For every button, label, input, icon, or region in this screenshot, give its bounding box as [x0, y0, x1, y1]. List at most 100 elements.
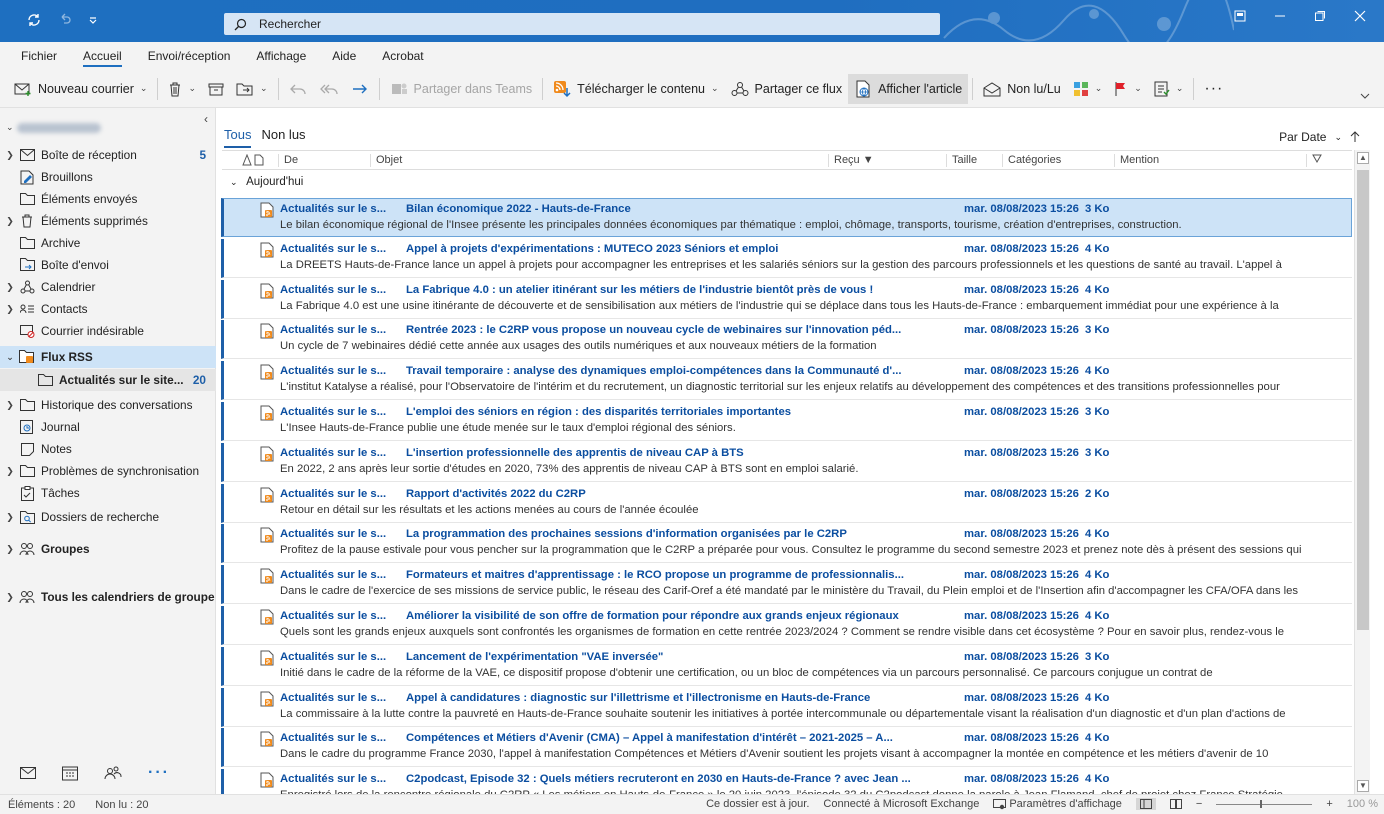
coming-soon-icon[interactable] [1234, 10, 1246, 22]
reading-view-icon[interactable] [1169, 799, 1182, 809]
groups[interactable]: ❯ Groupes [0, 538, 216, 560]
sort-direction-icon[interactable] [1350, 131, 1360, 143]
folder-rss-feeds[interactable]: ⌄ Flux RSS [0, 346, 216, 368]
sort-control[interactable]: Par Date ⌄ [1279, 130, 1360, 144]
scroll-up-icon[interactable]: ▲ [1357, 152, 1369, 164]
folder-junk[interactable]: Courrier indésirable [0, 320, 216, 342]
account-header[interactable]: ⌄ [6, 122, 101, 133]
folder-actualites[interactable]: Actualités sur le site... 20 [0, 369, 216, 391]
chevron-right-icon[interactable]: ❯ [4, 304, 16, 315]
tab-all[interactable]: Tous [224, 127, 252, 148]
scroll-down-icon[interactable]: ▼ [1357, 780, 1369, 792]
folder-conversation-history[interactable]: ❯ Historique des conversations [0, 394, 216, 416]
sync-icon[interactable] [26, 12, 42, 28]
share-teams-button[interactable]: Partager dans Teams [384, 74, 539, 104]
reply-all-button[interactable] [313, 74, 345, 104]
chevron-down-icon[interactable]: ⌄ [1176, 83, 1184, 94]
menu-aide[interactable]: Aide [319, 42, 369, 70]
menu-fichier[interactable]: Fichier [8, 42, 70, 70]
chevron-down-icon[interactable]: ⌄ [188, 83, 196, 94]
search-box[interactable]: Rechercher [224, 13, 940, 35]
normal-view-icon[interactable] [1135, 798, 1156, 810]
folder-deleted[interactable]: ❯ Éléments supprimés [0, 210, 216, 232]
new-mail-button[interactable]: Nouveau courrier ⌄ [8, 74, 153, 104]
menu-envoi-reception[interactable]: Envoi/réception [135, 42, 244, 70]
folder-journal[interactable]: Journal [0, 416, 216, 438]
menu-affichage[interactable]: Affichage [243, 42, 319, 70]
message-row[interactable]: Actualités sur le s... Appel à projets d'… [221, 238, 1352, 278]
message-row[interactable]: Actualités sur le s... Travail temporaire… [221, 361, 1352, 401]
chevron-down-icon[interactable]: ⌄ [1095, 83, 1103, 94]
more-modules-icon[interactable]: ··· [148, 764, 170, 782]
message-row[interactable]: Actualités sur le s... Compétences et Mét… [221, 728, 1352, 768]
message-row[interactable]: Actualités sur le s... Bilan économique 2… [221, 198, 1352, 237]
folder-notes[interactable]: Notes [0, 438, 216, 460]
column-categories[interactable]: Catégories [1002, 154, 1061, 167]
chevron-down-icon[interactable]: ⌄ [260, 83, 268, 94]
people-icon[interactable] [104, 766, 122, 780]
close-icon[interactable] [1354, 10, 1366, 22]
calendar-icon[interactable] [62, 765, 78, 781]
group-header-today[interactable]: ⌄ Aujourd'hui [230, 176, 303, 188]
categorize-button[interactable]: ⌄ [1067, 74, 1109, 104]
more-options-button[interactable]: ··· [1198, 74, 1229, 104]
importance-column-icon[interactable] [242, 154, 264, 166]
show-article-button[interactable]: Afficher l'article [848, 73, 969, 104]
chevron-right-icon[interactable]: ❯ [4, 282, 16, 293]
ribbon-expand-icon[interactable] [1360, 92, 1370, 100]
filter-flag-icon[interactable] [1306, 154, 1322, 167]
chevron-down-icon[interactable]: ⌄ [4, 352, 16, 363]
flag-button[interactable]: ⌄ [1108, 74, 1148, 104]
all-group-calendars[interactable]: ❯ Tous les calendriers de groupe [0, 586, 216, 608]
chevron-down-icon[interactable]: ⌄ [1134, 83, 1142, 94]
display-settings-button[interactable]: Paramètres d'affichage [993, 798, 1122, 810]
folder-outbox[interactable]: Boîte d'envoi [0, 254, 216, 276]
chevron-right-icon[interactable]: ❯ [4, 592, 16, 603]
unread-read-button[interactable]: Non lu/Lu [977, 74, 1067, 104]
quick-access-dropdown-icon[interactable] [88, 15, 98, 25]
scroll-thumb[interactable] [1357, 170, 1369, 630]
message-row[interactable]: Actualités sur le s... L'emploi des sénio… [221, 402, 1352, 441]
message-row[interactable]: Actualités sur le s... Rentrée 2023 : le … [221, 320, 1352, 360]
message-row[interactable]: Actualités sur le s... L'insertion profes… [221, 442, 1352, 482]
message-row[interactable]: Actualités sur le s... Formateurs et mait… [221, 565, 1352, 605]
column-mention[interactable]: Mention [1114, 154, 1159, 167]
folder-archive[interactable]: Archive [0, 232, 216, 254]
message-row[interactable]: Actualités sur le s... La programmation d… [221, 524, 1352, 564]
column-received[interactable]: Reçu ▼ [828, 154, 946, 167]
share-feed-button[interactable]: Partager ce flux [725, 74, 849, 104]
folder-sync-issues[interactable]: ❯ Problèmes de synchronisation [0, 460, 216, 482]
undo-icon[interactable] [58, 13, 72, 27]
chevron-right-icon[interactable]: ❯ [4, 150, 16, 161]
download-content-button[interactable]: Télécharger le contenu ⌄ [547, 74, 724, 104]
menu-acrobat[interactable]: Acrobat [369, 42, 436, 70]
folder-contacts[interactable]: ❯ Contacts [0, 298, 216, 320]
collapse-pane-icon[interactable]: ‹ [204, 112, 208, 126]
reply-button[interactable] [283, 74, 313, 104]
tab-unread[interactable]: Non lus [261, 127, 305, 148]
folder-sent[interactable]: Éléments envoyés [0, 188, 216, 210]
chevron-right-icon[interactable]: ❯ [4, 216, 16, 227]
chevron-right-icon[interactable]: ❯ [4, 544, 16, 555]
vertical-scrollbar[interactable]: ▲ ▼ [1354, 150, 1370, 794]
maximize-icon[interactable] [1314, 10, 1326, 22]
column-from[interactable]: De [278, 154, 298, 167]
forward-button[interactable] [345, 74, 375, 104]
chevron-down-icon[interactable]: ⌄ [711, 83, 719, 94]
zoom-in-icon[interactable]: + [1326, 798, 1332, 810]
message-row[interactable]: Actualités sur le s... Appel à candidatur… [221, 687, 1352, 727]
mail-icon[interactable] [20, 767, 36, 779]
rules-button[interactable]: ⌄ [1148, 74, 1190, 104]
chevron-right-icon[interactable]: ❯ [4, 512, 16, 523]
message-row[interactable]: Actualités sur le s... La Fabrique 4.0 : … [221, 279, 1352, 319]
chevron-down-icon[interactable]: ⌄ [140, 83, 148, 94]
minimize-icon[interactable] [1274, 10, 1286, 22]
archive-button[interactable] [202, 74, 230, 104]
message-row[interactable]: Actualités sur le s... Rapport d'activité… [221, 483, 1352, 523]
folder-drafts[interactable]: Brouillons [0, 166, 216, 188]
folder-calendar[interactable]: ❯ Calendrier [0, 276, 216, 298]
chevron-right-icon[interactable]: ❯ [4, 466, 16, 477]
column-size[interactable]: Taille [946, 154, 977, 167]
message-row[interactable]: Actualités sur le s... Lancement de l'exp… [221, 646, 1352, 686]
column-subject[interactable]: Objet [370, 154, 402, 167]
